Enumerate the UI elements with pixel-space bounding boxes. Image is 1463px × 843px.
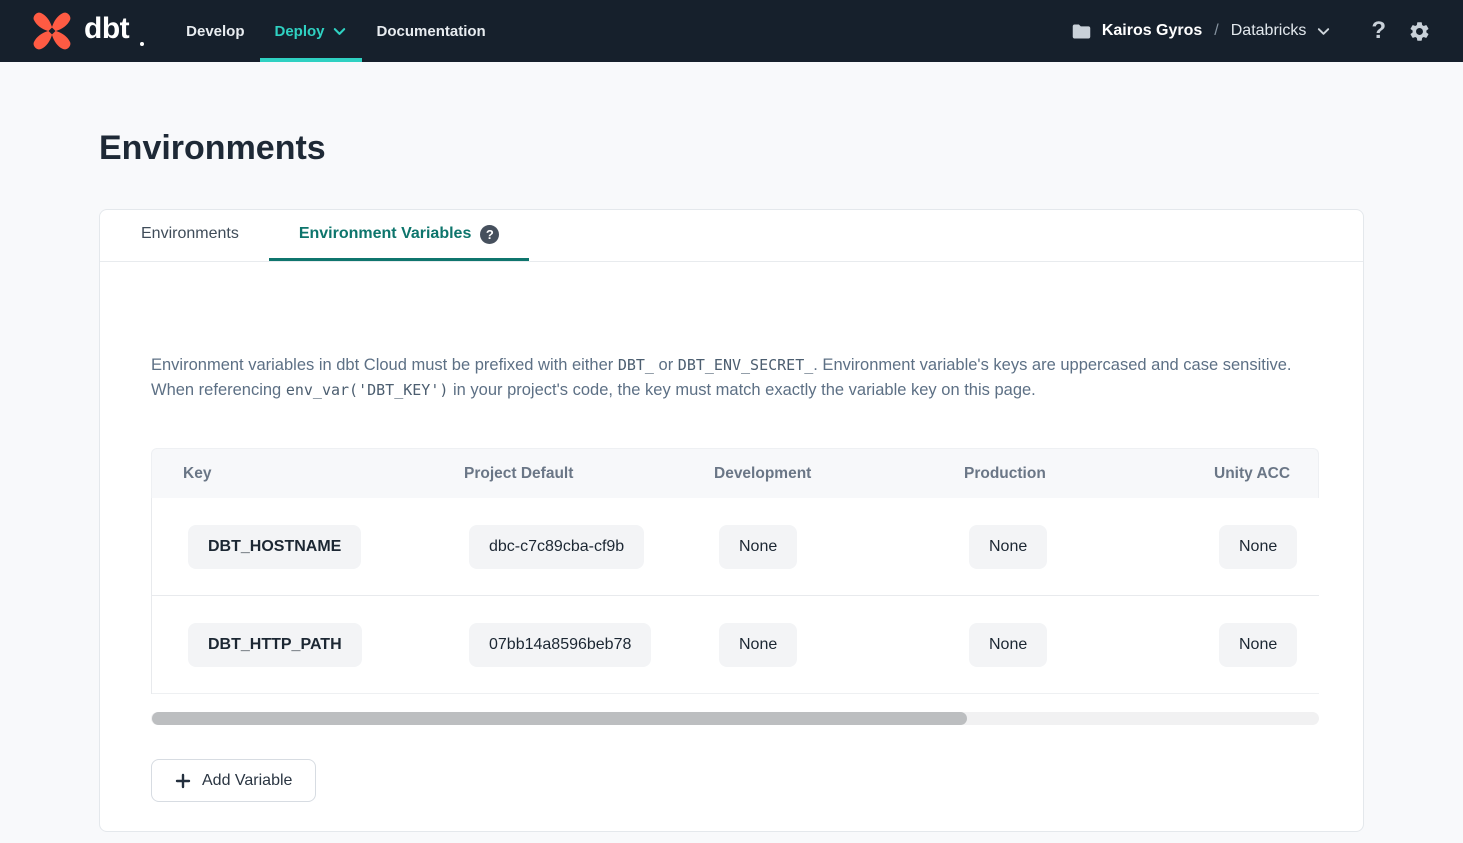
project-switcher[interactable]: Kairos Gyros / Databricks [1071, 21, 1332, 42]
description-code: DBT_ENV_SECRET_ [678, 356, 813, 374]
dbt-logo[interactable]: dbt [0, 0, 144, 62]
tab-environment-variables[interactable]: Environment Variables ? [269, 210, 530, 261]
nav-item-label: Deploy [275, 23, 325, 40]
navbar-right: Kairos Gyros / Databricks ? [1071, 0, 1463, 62]
chevron-down-icon [332, 24, 347, 39]
plus-icon [175, 773, 191, 789]
horizontal-scrollbar-track[interactable] [151, 712, 1319, 725]
nav-item-label: Develop [186, 23, 244, 40]
horizontal-scrollbar-thumb[interactable] [152, 712, 967, 725]
env-var-development-value[interactable]: None [719, 623, 797, 667]
help-icon[interactable]: ? [1371, 19, 1386, 43]
env-var-unity-acc-value[interactable]: None [1219, 623, 1297, 667]
top-navbar: dbt Develop Deploy Documentation Kairos … [0, 0, 1463, 62]
description-text: Environment variables in dbt Cloud must … [151, 356, 618, 374]
description-text: in your project's code, the key must mat… [448, 381, 1035, 399]
environments-card: Environments Environment Variables ? Env… [99, 209, 1364, 832]
description-code: env_var('DBT_KEY') [286, 381, 449, 399]
card-tabbar: Environments Environment Variables ? [100, 210, 1363, 262]
env-var-production-value[interactable]: None [969, 525, 1047, 569]
env-var-key[interactable]: DBT_HOSTNAME [188, 525, 361, 569]
page-title: Environments [99, 128, 1463, 168]
table-header-row: Key Project Default Development Producti… [151, 448, 1319, 498]
chevron-down-icon [1316, 24, 1331, 39]
column-header-unity-acc: Unity ACC [1183, 465, 1318, 483]
gear-icon[interactable] [1408, 20, 1431, 43]
account-name: Kairos Gyros [1102, 22, 1202, 40]
tab-label: Environments [141, 225, 239, 243]
brand-wordmark: dbt [84, 12, 129, 46]
help-circle-icon[interactable]: ? [480, 225, 499, 244]
tab-label: Environment Variables [299, 225, 472, 243]
table-row: DBT_HOSTNAME dbc-c7c89cba-cf9b None None… [152, 498, 1319, 596]
breadcrumb-separator: / [1212, 22, 1220, 40]
env-var-project-default[interactable]: 07bb14a8596beb78 [469, 623, 651, 667]
table-row: DBT_HTTP_PATH 07bb14a8596beb78 None None… [152, 596, 1319, 694]
env-variables-table: Key Project Default Development Producti… [151, 448, 1319, 694]
tab-environments[interactable]: Environments [100, 210, 269, 261]
nav-item-label: Documentation [377, 23, 486, 40]
brand-trademark-dot [140, 42, 144, 46]
column-header-production: Production [933, 465, 1183, 483]
column-header-key: Key [152, 465, 433, 483]
column-header-project-default: Project Default [433, 465, 683, 483]
env-var-production-value[interactable]: None [969, 623, 1047, 667]
description-code: DBT_ [618, 356, 654, 374]
nav-item-develop[interactable]: Develop [171, 0, 259, 62]
folder-icon [1071, 21, 1092, 42]
main-nav: Develop Deploy Documentation [171, 0, 501, 62]
add-variable-label: Add Variable [202, 772, 292, 790]
env-var-key[interactable]: DBT_HTTP_PATH [188, 623, 362, 667]
description-text: or [654, 356, 678, 374]
nav-item-documentation[interactable]: Documentation [362, 0, 501, 62]
dbt-logo-icon [30, 9, 74, 53]
nav-item-deploy[interactable]: Deploy [260, 0, 362, 62]
project-name: Databricks [1231, 22, 1307, 40]
card-body: Environment variables in dbt Cloud must … [100, 353, 1363, 802]
env-var-unity-acc-value[interactable]: None [1219, 525, 1297, 569]
column-header-development: Development [683, 465, 933, 483]
env-vars-description: Environment variables in dbt Cloud must … [151, 353, 1313, 403]
env-var-project-default[interactable]: dbc-c7c89cba-cf9b [469, 525, 644, 569]
env-var-development-value[interactable]: None [719, 525, 797, 569]
add-variable-button[interactable]: Add Variable [151, 759, 316, 802]
table-body: DBT_HOSTNAME dbc-c7c89cba-cf9b None None… [151, 498, 1319, 694]
